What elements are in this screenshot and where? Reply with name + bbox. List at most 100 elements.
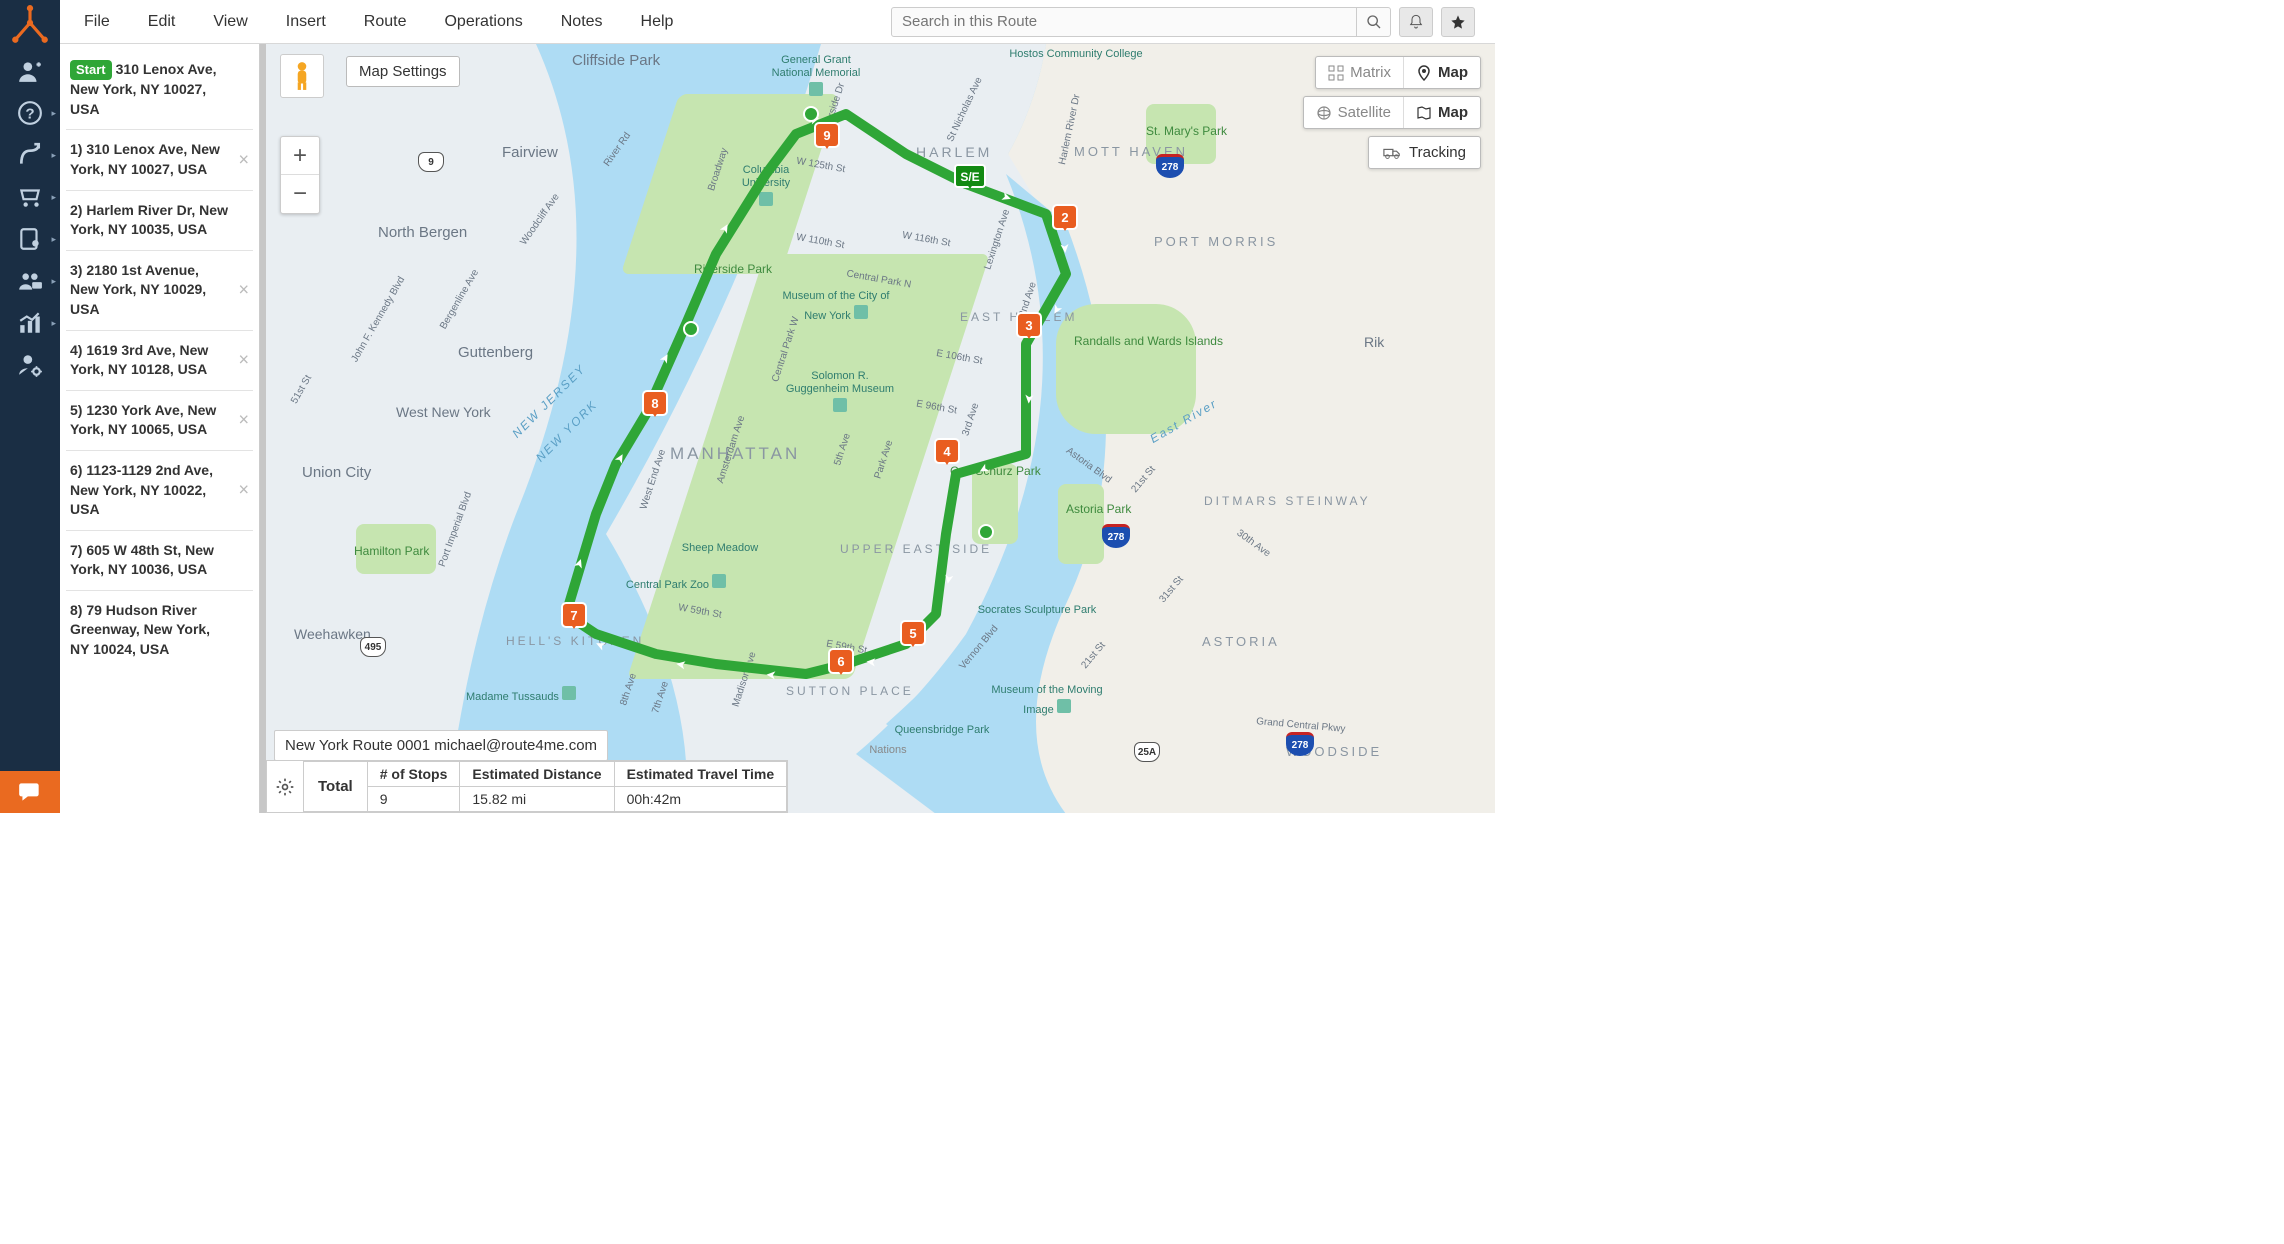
stop-marker[interactable]: 9 [814, 122, 840, 148]
nav-routes[interactable]: ▸ [0, 134, 60, 176]
notifications-button[interactable] [1399, 7, 1433, 37]
menu-help[interactable]: Help [641, 13, 674, 31]
remove-stop-button[interactable]: × [238, 348, 249, 373]
route-settings-button[interactable] [267, 761, 303, 812]
chevron-right-icon: ▸ [51, 150, 56, 161]
chevron-right-icon: ▸ [51, 318, 56, 329]
remove-stop-button[interactable]: × [238, 478, 249, 503]
search-icon [1366, 14, 1382, 30]
val-time: 00h:42m [614, 787, 787, 812]
tracking-button[interactable]: Tracking [1368, 136, 1481, 169]
val-stops: 9 [367, 787, 460, 812]
stop-card[interactable]: 2) Harlem River Dr, New York, NY 10035, … [66, 191, 253, 251]
zoom-out-button[interactable]: − [281, 175, 319, 213]
menu-edit[interactable]: Edit [148, 13, 176, 31]
nav-help[interactable]: ?▸ [0, 92, 60, 134]
chevron-right-icon: ▸ [51, 108, 56, 119]
stop-marker[interactable]: 4 [934, 438, 960, 464]
zoom-in-button[interactable]: + [281, 137, 319, 175]
col-distance: Estimated Distance [460, 762, 614, 787]
stop-card[interactable]: 3) 2180 1st Avenue, New York, NY 10029, … [66, 251, 253, 331]
route-title-bar: New York Route 0001 michael@route4me.com [274, 730, 608, 761]
search-button[interactable] [1356, 7, 1390, 37]
marker-start-end[interactable]: S/E [954, 164, 986, 188]
team-icon [17, 268, 43, 294]
col-time: Estimated Travel Time [614, 762, 787, 787]
nav-orders[interactable]: ▸ [0, 176, 60, 218]
start-stop[interactable]: Start310 Lenox Ave, New York, NY 10027, … [66, 50, 253, 130]
grid-icon [1328, 65, 1344, 81]
stop-card[interactable]: 1) 310 Lenox Ave, New York, NY 10027, US… [66, 130, 253, 190]
main-menu: File Edit View Insert Route Operations N… [84, 13, 673, 31]
layer-switch: Satellite Map [1303, 96, 1481, 129]
pegman-icon [289, 61, 315, 91]
cart-icon [17, 184, 43, 210]
stop-marker[interactable]: 8 [642, 390, 668, 416]
menu-file[interactable]: File [84, 13, 110, 31]
stop-marker[interactable]: 2 [1052, 204, 1078, 230]
favorite-button[interactable] [1441, 7, 1475, 37]
start-badge: Start [70, 60, 112, 80]
col-stops: # of Stops [367, 762, 460, 787]
menu-notes[interactable]: Notes [561, 13, 603, 31]
stop-marker[interactable]: 3 [1016, 312, 1042, 338]
stop-card[interactable]: 5) 1230 York Ave, New York, NY 10065, US… [66, 391, 253, 451]
satellite-layer-button[interactable]: Satellite [1304, 97, 1404, 128]
chevron-right-icon: ▸ [51, 276, 56, 287]
stop-card[interactable]: 6) 1123-1129 2nd Ave, New York, NY 10022… [66, 451, 253, 531]
gear-icon [275, 777, 295, 797]
stop-marker[interactable]: 5 [900, 620, 926, 646]
zoom-control: + − [280, 136, 320, 214]
stop-marker[interactable]: 6 [828, 648, 854, 674]
streetview-pegman[interactable] [280, 54, 324, 98]
route-arrow-icon [17, 142, 43, 168]
map-icon [1416, 105, 1432, 121]
remove-stop-button[interactable]: × [238, 278, 249, 303]
stop-card[interactable]: 7) 605 W 48th St, New York, NY 10036, US… [66, 531, 253, 591]
help-icon: ? [17, 100, 43, 126]
stop-card[interactable]: 8) 79 Hudson River Greenway, New York, N… [66, 591, 253, 670]
total-label: Total [304, 762, 368, 812]
route-path: ➤ ➤ ➤ ➤ ➤ ➤ ➤ ➤ ➤ ➤ ➤ ➤ ➤ [266, 44, 1495, 813]
matrix-view-button[interactable]: Matrix [1316, 57, 1404, 88]
remove-stop-button[interactable]: × [238, 408, 249, 433]
chart-icon [17, 310, 43, 336]
nav-analytics[interactable]: ▸ [0, 302, 60, 344]
remove-stop-button[interactable]: × [238, 147, 249, 172]
topbar: File Edit View Insert Route Operations N… [60, 0, 1495, 44]
svg-text:➤: ➤ [1058, 243, 1071, 254]
pin-icon [1416, 65, 1432, 81]
map-view-button[interactable]: Map [1404, 57, 1480, 88]
stop-marker[interactable]: 7 [561, 602, 587, 628]
svg-text:?: ? [25, 105, 34, 122]
bell-icon [1408, 14, 1424, 30]
menu-operations[interactable]: Operations [444, 13, 522, 31]
menu-view[interactable]: View [213, 13, 247, 31]
nav-addressbook[interactable]: ▸ [0, 218, 60, 260]
route-summary-table: Total # of Stops Estimated Distance Esti… [266, 760, 788, 813]
nav-settings[interactable] [0, 344, 60, 386]
map-layer-button[interactable]: Map [1404, 97, 1480, 128]
stop-card[interactable]: 4) 1619 3rd Ave, New York, NY 10128, USA… [66, 331, 253, 391]
map-settings-button[interactable]: Map Settings [346, 56, 460, 87]
map-container: ➤ ➤ ➤ ➤ ➤ ➤ ➤ ➤ ➤ ➤ ➤ ➤ ➤ [260, 44, 1495, 813]
map-canvas[interactable]: ➤ ➤ ➤ ➤ ➤ ➤ ➤ ➤ ➤ ➤ ➤ ➤ ➤ [266, 44, 1495, 813]
view-switch: Matrix Map [1315, 56, 1481, 89]
chat-button[interactable] [0, 771, 60, 813]
chevron-right-icon: ▸ [51, 192, 56, 203]
user-plus-icon [17, 58, 43, 84]
globe-icon [1316, 105, 1332, 121]
val-distance: 15.82 mi [460, 787, 614, 812]
menu-route[interactable]: Route [364, 13, 407, 31]
nav-add-user[interactable] [0, 50, 60, 92]
menu-insert[interactable]: Insert [286, 13, 326, 31]
truck-icon [1383, 146, 1401, 160]
stops-panel[interactable]: Start310 Lenox Ave, New York, NY 10027, … [60, 44, 260, 813]
nav-team[interactable]: ▸ [0, 260, 60, 302]
search-input[interactable] [892, 13, 1356, 30]
app-logo [0, 0, 60, 50]
route-search [891, 7, 1391, 37]
chat-icon [17, 779, 43, 805]
user-gear-icon [17, 352, 43, 378]
chevron-right-icon: ▸ [51, 234, 56, 245]
